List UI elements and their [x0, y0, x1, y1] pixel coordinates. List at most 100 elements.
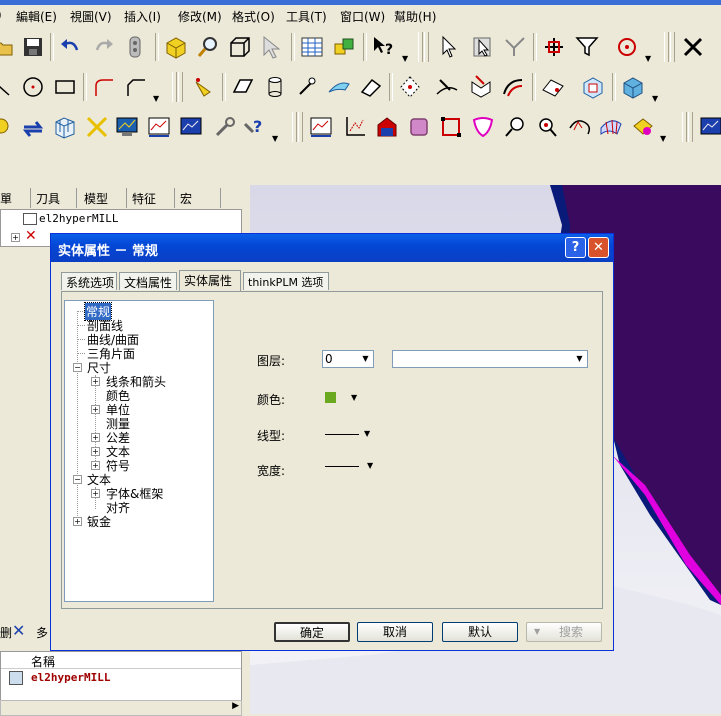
tab-document-properties[interactable]: 文档属性	[119, 272, 177, 290]
expand-icon[interactable]: +	[73, 517, 82, 526]
rounded-square-icon[interactable]	[406, 114, 432, 140]
chevron-down-icon[interactable]: ▼	[572, 351, 587, 367]
edit-surface-icon[interactable]	[434, 74, 460, 100]
tab-model[interactable]: 模型	[84, 188, 127, 208]
expand-icon[interactable]: +	[91, 405, 100, 414]
line-icon[interactable]	[0, 74, 14, 100]
select-arrow-icon[interactable]	[436, 34, 462, 60]
select-cursor-grey-icon[interactable]	[259, 34, 285, 60]
snap-grid-icon[interactable]	[541, 34, 567, 60]
monitor-icon[interactable]	[114, 114, 140, 140]
trim-icon[interactable]	[468, 74, 494, 100]
menu-view[interactable]: 視圖(V)	[70, 8, 112, 25]
expand-icon[interactable]: +	[91, 433, 100, 442]
zoom-icon[interactable]	[534, 114, 560, 140]
blend-icon[interactable]	[500, 74, 526, 100]
cancel-button[interactable]: 取消	[357, 622, 433, 642]
tab-entity-properties[interactable]: 实体属性	[179, 270, 241, 291]
plane-icon[interactable]	[230, 74, 256, 100]
light-icon[interactable]	[0, 114, 14, 140]
ok-button[interactable]: 确定	[274, 622, 350, 642]
collapse-icon[interactable]: −	[73, 363, 82, 372]
shell-icon[interactable]	[580, 74, 606, 100]
color-swatch[interactable]	[325, 392, 336, 403]
cylinder-icon[interactable]	[262, 74, 288, 100]
tab-list[interactable]: 單	[0, 188, 31, 208]
layer-select[interactable]: 0 ▼	[322, 350, 374, 368]
tab-features[interactable]: 特征	[132, 188, 175, 208]
shield-outline-icon[interactable]	[470, 114, 496, 140]
menu-tools[interactable]: 工具(T)	[286, 8, 327, 25]
menu-window[interactable]: 窗口(W)	[340, 8, 385, 25]
sweep-icon[interactable]	[326, 74, 352, 100]
properties-tree[interactable]: 常规 剖面线 曲线/曲面 三角片面 − 尺寸 + 线条和箭头 颜色 + 单位 测…	[64, 300, 214, 602]
graph-view-icon[interactable]	[308, 114, 334, 140]
color-dropdown-icon[interactable]: ▼	[351, 393, 357, 402]
curvature-icon[interactable]	[566, 114, 592, 140]
surface-patch-icon[interactable]	[540, 74, 566, 100]
cube-grid-icon[interactable]	[52, 114, 78, 140]
select-box-icon[interactable]	[470, 34, 496, 60]
collapse-icon[interactable]: −	[73, 475, 82, 484]
expand-icon[interactable]: +	[91, 447, 100, 456]
expand-icon[interactable]: +	[91, 377, 100, 386]
regenerate-icon[interactable]	[122, 34, 148, 60]
width-dropdown-icon[interactable]: ▼	[367, 461, 373, 470]
graph-edit-icon[interactable]	[146, 114, 172, 140]
house-shape-icon[interactable]	[374, 114, 400, 140]
search-magnify-icon[interactable]	[195, 34, 221, 60]
undo-icon[interactable]	[58, 34, 84, 60]
sketch-hand-icon[interactable]	[190, 74, 216, 100]
linetype-dropdown-icon[interactable]: ▼	[364, 429, 370, 438]
menu-format[interactable]: 格式(O)	[232, 8, 275, 25]
expand-icon[interactable]: +	[91, 461, 100, 470]
chart-icon[interactable]	[178, 114, 204, 140]
wrench-icon[interactable]	[212, 114, 238, 140]
close-icon[interactable]: ✕	[588, 237, 609, 258]
tab-tools[interactable]: 刀具	[36, 188, 77, 208]
default-button[interactable]: 默认	[442, 622, 518, 642]
layer-name-select[interactable]: ▼	[392, 350, 588, 368]
table-icon[interactable]	[299, 34, 325, 60]
fillet-icon[interactable]	[91, 74, 117, 100]
measure-icon[interactable]	[502, 114, 528, 140]
close-x-icon[interactable]	[680, 34, 706, 60]
chart-view-icon[interactable]	[698, 114, 721, 140]
filter-funnel-icon[interactable]	[574, 34, 600, 60]
menu-edit[interactable]: 編輯(E)	[16, 8, 57, 25]
whats-this-help-icon[interactable]: ?	[371, 34, 397, 60]
chevron-down-icon[interactable]: ▼	[358, 351, 373, 367]
tab-thinkplm-options[interactable]: thinkPLM 选项	[243, 272, 329, 290]
loft-icon[interactable]	[358, 74, 384, 100]
square-outline-icon[interactable]	[438, 114, 464, 140]
tree-item-el2hypermill[interactable]: el2hyperMILL	[39, 212, 118, 225]
menu-help[interactable]: 幫助(H)	[394, 8, 436, 25]
width-sample[interactable]	[325, 466, 359, 467]
list-item-el2hypermill[interactable]: el2hyperMILL	[31, 671, 110, 684]
select-filter-icon[interactable]	[502, 34, 528, 60]
mesh-surface-icon[interactable]	[598, 114, 624, 140]
transfer-icon[interactable]	[20, 114, 46, 140]
help-query-icon[interactable]: ?	[242, 114, 268, 140]
solid-cube-icon[interactable]	[620, 74, 646, 100]
tab-system-options[interactable]: 系统选项	[61, 272, 117, 290]
open-icon[interactable]	[0, 34, 16, 60]
help-question-icon[interactable]: ?	[565, 237, 586, 258]
menu-insert[interactable]: 插入(I)	[124, 8, 161, 25]
delete-x-icon[interactable]: ✕	[12, 621, 25, 640]
menu-modify[interactable]: 修改(M)	[178, 8, 222, 25]
chamfer-icon[interactable]	[123, 74, 149, 100]
linetype-sample[interactable]	[325, 434, 359, 435]
expand-icon[interactable]: +	[11, 233, 20, 242]
circle-icon[interactable]	[20, 74, 46, 100]
target-point-icon[interactable]	[614, 34, 640, 60]
save-icon[interactable]	[20, 34, 46, 60]
expand-icon[interactable]: +	[91, 489, 100, 498]
object-list[interactable]: 名稱 el2hyperMILL	[0, 651, 242, 701]
cross-yellow-icon[interactable]	[84, 114, 110, 140]
vertex-select-icon[interactable]	[397, 74, 423, 100]
redo-icon[interactable]	[90, 34, 116, 60]
tree-node-sheet-metal[interactable]: 钣金	[87, 513, 111, 530]
assembly-icon[interactable]	[331, 34, 357, 60]
render-shape-icon[interactable]	[630, 114, 656, 140]
